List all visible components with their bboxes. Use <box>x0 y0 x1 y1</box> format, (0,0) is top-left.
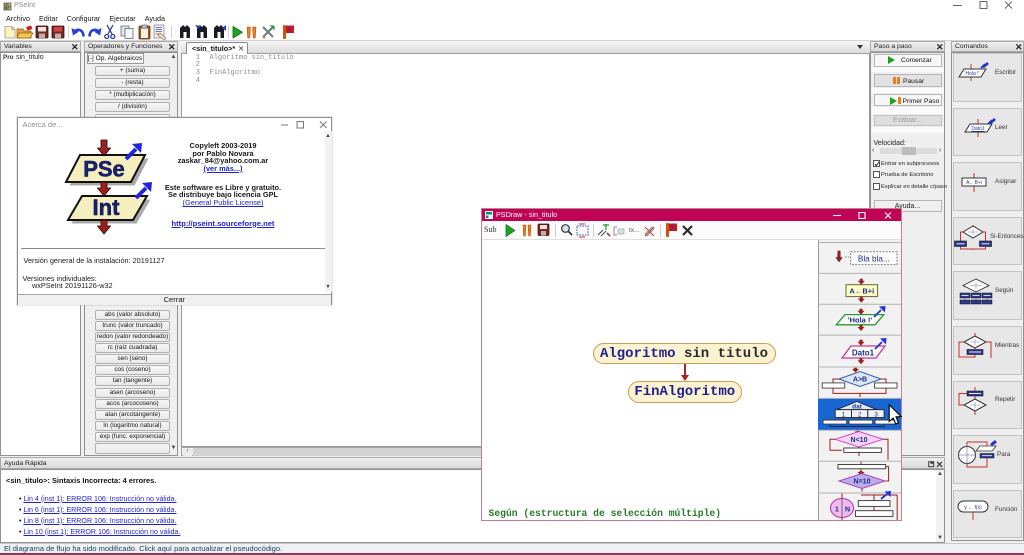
svg-text:Dato1: Dato1 <box>852 348 875 357</box>
svg-text:A←B+i: A←B+i <box>849 287 874 296</box>
svg-text:'Hola !': 'Hola !' <box>965 71 980 77</box>
svg-text:1: 1 <box>842 411 846 418</box>
svg-text:1: 1 <box>835 507 839 514</box>
svg-text:Bla bla...: Bla bla... <box>858 255 890 264</box>
svg-text:y ← f(x): y ← f(x) <box>964 505 982 511</box>
svg-text:N<10: N<10 <box>851 437 868 444</box>
svg-text:N=10: N=10 <box>854 479 871 486</box>
svg-text:?: ? <box>287 28 291 35</box>
svg-text:3: 3 <box>874 411 878 418</box>
svg-text:Dato1: Dato1 <box>971 126 985 132</box>
svg-text:A←B+i: A←B+i <box>966 180 982 186</box>
svg-text:?: ? <box>670 226 674 233</box>
svg-text:Int: Int <box>93 195 121 220</box>
svg-text:N: N <box>845 507 850 514</box>
svg-text:2: 2 <box>858 411 862 418</box>
svg-text:tx...: tx... <box>629 227 640 234</box>
svg-text:'Hola !': 'Hola !' <box>848 316 873 325</box>
svg-text:A>B: A>B <box>853 377 867 384</box>
